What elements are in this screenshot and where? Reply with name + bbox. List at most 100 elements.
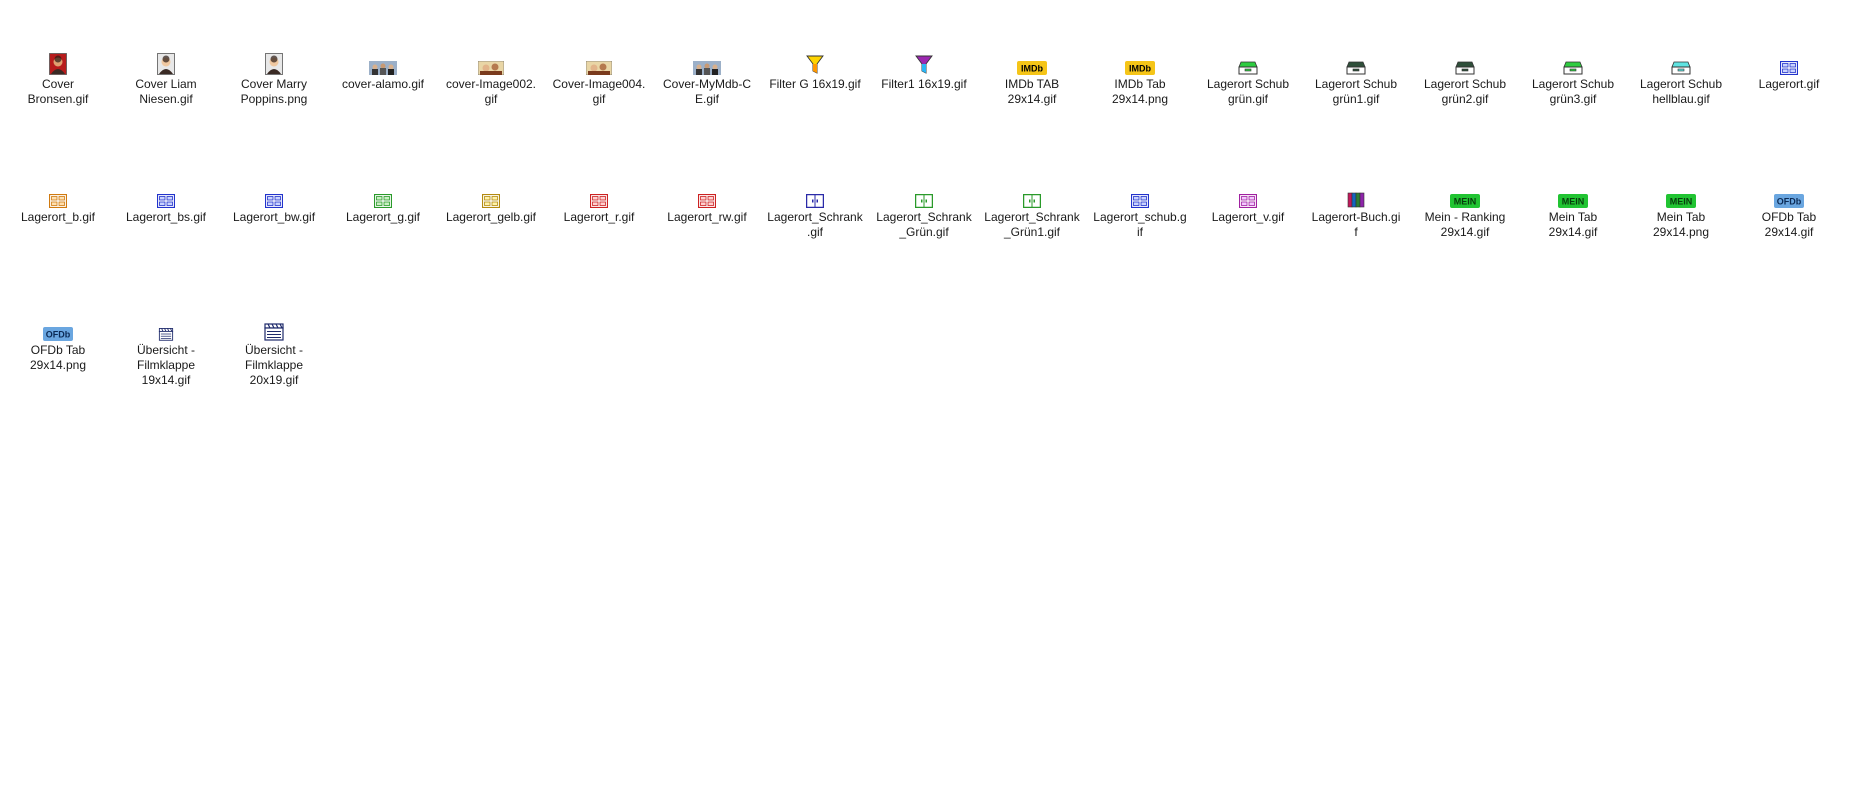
svg-text:IMDb: IMDb <box>1129 64 1151 74</box>
cover-group-icon <box>369 51 397 75</box>
cabinet-blue-icon <box>1131 184 1149 208</box>
cabinet-purple-icon <box>1239 184 1257 208</box>
file-name-label: Lagerort_b.gif <box>20 210 96 224</box>
books-icon <box>1347 184 1365 208</box>
file-name-label: Cover Liam Niesen.gif <box>135 77 197 106</box>
file-item[interactable]: Lagerort_b.gif <box>4 184 112 225</box>
cabinet-red-icon <box>698 184 716 208</box>
file-item[interactable]: Cover-MyMdb-C E.gif <box>653 51 761 107</box>
file-item[interactable]: Lagerort_Schrank _Grün1.gif <box>978 184 1086 240</box>
cabinet-doors-green-icon <box>1023 184 1041 208</box>
cover-group-icon <box>693 51 721 75</box>
file-item[interactable]: Lagerort Schub grün1.gif <box>1302 51 1410 107</box>
file-name-label: Filter G 16x19.gif <box>769 77 861 91</box>
file-name-label: Übersicht - Filmklappe 19x14.gif <box>136 343 196 387</box>
file-item[interactable]: OFDb OFDb Tab 29x14.gif <box>1735 184 1843 240</box>
file-name-label: Lagerort Schub grün1.gif <box>1314 77 1398 106</box>
file-item[interactable]: OFDb OFDb Tab 29x14.png <box>4 317 112 373</box>
file-item[interactable]: IMDb IMDb TAB 29x14.gif <box>978 51 1086 107</box>
cabinet-red-icon <box>590 184 608 208</box>
file-name-label: Mein - Ranking 29x14.gif <box>1424 210 1506 239</box>
svg-text:MEIN: MEIN <box>1454 197 1477 207</box>
file-item[interactable]: Filter1 16x19.gif <box>870 51 978 92</box>
cabinet-doors-blue-icon <box>806 184 824 208</box>
file-item[interactable]: Cover Bronsen.gif <box>4 51 112 107</box>
cover-image-icon <box>478 51 504 75</box>
file-name-label: Lagerort Schub grün2.gif <box>1423 77 1507 106</box>
file-name-label: Übersicht - Filmklappe 20x19.gif <box>244 343 304 387</box>
file-name-label: OFDb Tab 29x14.gif <box>1761 210 1817 239</box>
mein-tab-icon: MEIN <box>1558 184 1588 208</box>
file-item[interactable]: Lagerort.gif <box>1735 51 1843 92</box>
file-grid: Cover Bronsen.gif Cover Liam Niesen.gif … <box>0 0 1849 800</box>
drawer-lightblue-icon <box>1671 51 1691 75</box>
file-name-label: cover-Image002. gif <box>445 77 537 106</box>
file-name-label: Lagerort-Buch.gi f <box>1311 210 1401 239</box>
file-item[interactable]: MEIN Mein Tab 29x14.png <box>1627 184 1735 240</box>
file-name-label: OFDb Tab 29x14.png <box>29 343 87 372</box>
file-item[interactable]: Übersicht - Filmklappe 19x14.gif <box>112 317 220 388</box>
file-name-label: Mein Tab 29x14.png <box>1652 210 1710 239</box>
cabinet-blue-icon <box>157 184 175 208</box>
imdb-tab-icon: IMDb <box>1017 51 1047 75</box>
file-item[interactable]: Lagerort Schub grün3.gif <box>1519 51 1627 107</box>
file-item[interactable]: Lagerort_bs.gif <box>112 184 220 225</box>
cover-portrait-red-icon <box>49 51 67 75</box>
cabinet-orange-icon <box>49 184 67 208</box>
svg-text:OFDb: OFDb <box>46 330 71 340</box>
cover-image-icon <box>586 51 612 75</box>
file-item[interactable]: Cover Liam Niesen.gif <box>112 51 220 107</box>
file-name-label: Lagerort.gif <box>1758 77 1820 91</box>
file-item[interactable]: MEIN Mein Tab 29x14.gif <box>1519 184 1627 240</box>
file-name-label: Lagerort_rw.gif <box>667 210 747 224</box>
file-item[interactable]: MEIN Mein - Ranking 29x14.gif <box>1411 184 1519 240</box>
drawer-green-icon <box>1563 51 1583 75</box>
drawer-green-icon <box>1238 51 1258 75</box>
cabinet-green-icon <box>374 184 392 208</box>
ofdb-tab-icon: OFDb <box>1774 184 1804 208</box>
file-item[interactable]: Cover-Image004. gif <box>545 51 653 107</box>
filter-yellow-icon <box>806 51 824 75</box>
file-name-label: Lagerort_Schrank _Grün.gif <box>876 210 972 239</box>
cover-portrait-icon <box>265 51 283 75</box>
imdb-tab-icon: IMDb <box>1125 51 1155 75</box>
file-name-label: Lagerort Schub hellblau.gif <box>1639 77 1723 106</box>
file-item[interactable]: Lagerort Schub grün2.gif <box>1411 51 1519 107</box>
file-item[interactable]: Lagerort_bw.gif <box>220 184 328 225</box>
file-name-label: Lagerort_Schrank _Grün1.gif <box>984 210 1080 239</box>
file-item[interactable]: Lagerort-Buch.gi f <box>1302 184 1410 240</box>
file-item[interactable]: Lagerort_schub.g if <box>1086 184 1194 240</box>
file-name-label: Lagerort_Schrank .gif <box>767 210 863 239</box>
file-name-label: Lagerort_bw.gif <box>232 210 316 224</box>
file-name-label: Lagerort_v.gif <box>1211 210 1285 224</box>
file-item[interactable]: Filter G 16x19.gif <box>761 51 869 92</box>
file-item[interactable]: Lagerort Schub grün.gif <box>1194 51 1302 107</box>
file-item[interactable]: Lagerort_rw.gif <box>653 184 761 225</box>
file-item[interactable]: IMDb IMDb Tab 29x14.png <box>1086 51 1194 107</box>
clapperboard-icon <box>264 317 284 341</box>
file-item[interactable]: cover-alamo.gif <box>329 51 437 92</box>
svg-text:MEIN: MEIN <box>1670 197 1693 207</box>
file-item[interactable]: Cover Marry Poppins.png <box>220 51 328 107</box>
file-name-label: Cover-MyMdb-C E.gif <box>662 77 751 106</box>
file-name-label: Lagerort_r.gif <box>563 210 635 224</box>
ofdb-tab-icon: OFDb <box>43 317 73 341</box>
file-name-label: cover-alamo.gif <box>341 77 425 91</box>
file-item[interactable]: Lagerort_Schrank _Grün.gif <box>870 184 978 240</box>
svg-text:MEIN: MEIN <box>1562 197 1585 207</box>
file-item[interactable]: Lagerort_g.gif <box>329 184 437 225</box>
cabinet-doors-green-icon <box>915 184 933 208</box>
file-item[interactable]: Übersicht - Filmklappe 20x19.gif <box>220 317 328 388</box>
file-item[interactable]: Lagerort_Schrank .gif <box>761 184 869 240</box>
file-item[interactable]: Lagerort_gelb.gif <box>437 184 545 225</box>
clapperboard-icon <box>157 317 175 341</box>
drawer-dark-icon <box>1455 51 1475 75</box>
file-name-label: Lagerort Schub grün3.gif <box>1531 77 1615 106</box>
file-item[interactable]: cover-Image002. gif <box>437 51 545 107</box>
file-item[interactable]: Lagerort_v.gif <box>1194 184 1302 225</box>
cabinet-yellow-icon <box>482 184 500 208</box>
file-item[interactable]: Lagerort Schub hellblau.gif <box>1627 51 1735 107</box>
filter-blue-icon <box>915 51 933 75</box>
file-item[interactable]: Lagerort_r.gif <box>545 184 653 225</box>
mein-tab-icon: MEIN <box>1450 184 1480 208</box>
